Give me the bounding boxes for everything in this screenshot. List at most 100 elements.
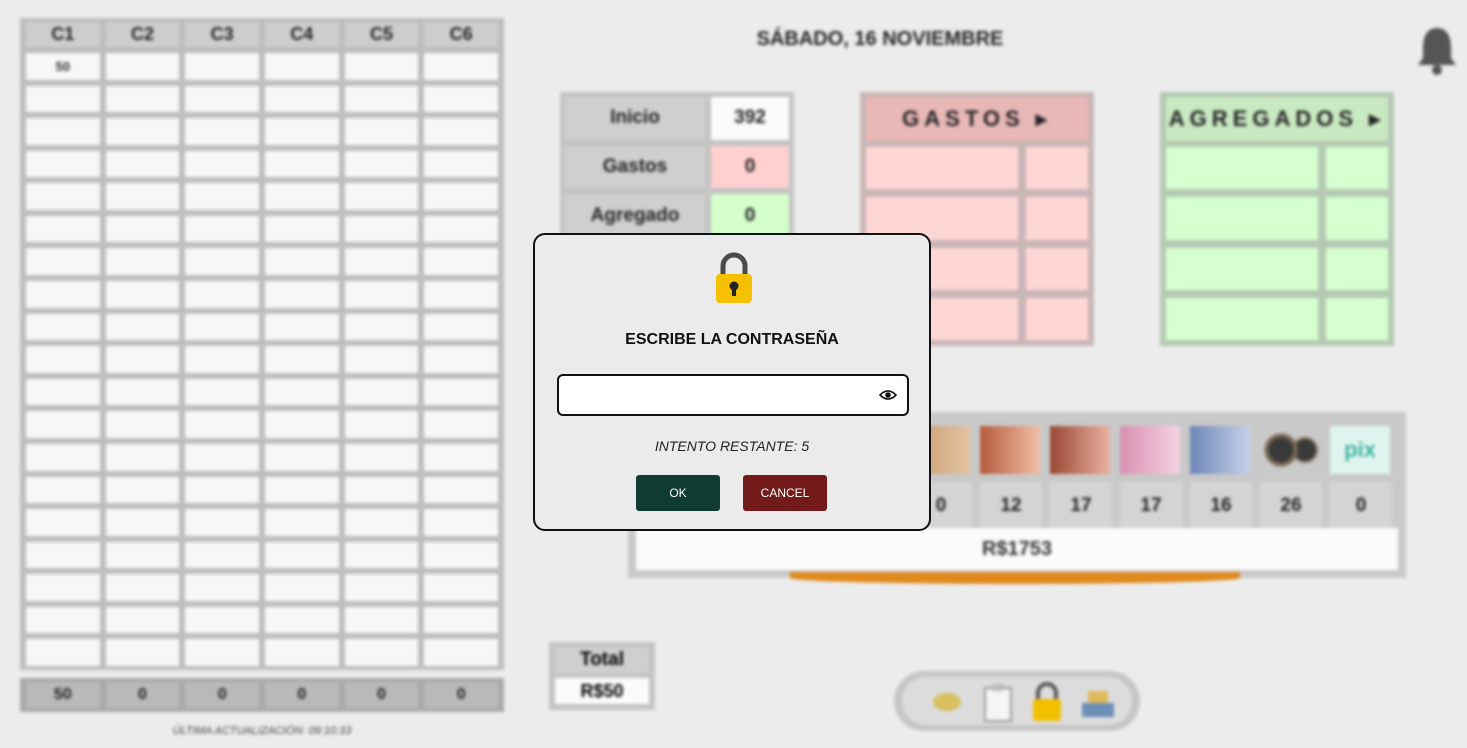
table-cell[interactable] — [105, 118, 180, 145]
table-cell[interactable] — [424, 150, 498, 178]
table-cell[interactable] — [424, 248, 498, 276]
table-cell[interactable] — [26, 281, 100, 308]
panel-cell[interactable] — [1026, 297, 1088, 340]
table-cell[interactable] — [344, 215, 419, 243]
table-cell[interactable] — [344, 248, 419, 276]
table-cell[interactable] — [264, 509, 339, 536]
table-cell[interactable] — [105, 313, 180, 341]
table-cell[interactable] — [26, 215, 100, 243]
table-cell[interactable] — [344, 509, 419, 536]
table-cell[interactable] — [26, 411, 100, 438]
coins-icon[interactable] — [932, 691, 962, 713]
table-cell[interactable] — [185, 574, 259, 601]
table-cell[interactable] — [185, 541, 259, 569]
table-cell[interactable] — [105, 150, 180, 178]
ok-button[interactable]: OK — [636, 475, 720, 511]
table-cell[interactable] — [344, 639, 419, 666]
table-cell[interactable] — [26, 248, 100, 276]
table-cell[interactable] — [105, 378, 180, 406]
table-cell[interactable] — [264, 639, 339, 666]
table-cell[interactable] — [185, 509, 259, 536]
table-cell[interactable] — [185, 118, 259, 145]
table-cell[interactable] — [344, 346, 419, 373]
table-cell[interactable] — [105, 541, 180, 569]
table-cell[interactable] — [424, 215, 498, 243]
table-cell[interactable] — [26, 443, 100, 471]
table-cell[interactable] — [344, 85, 419, 113]
table-cell[interactable] — [424, 281, 498, 308]
table-cell[interactable] — [424, 378, 498, 406]
table-cell[interactable] — [344, 281, 419, 308]
table-cell[interactable] — [264, 378, 339, 406]
table-cell[interactable] — [264, 443, 339, 471]
table-cell[interactable] — [264, 281, 339, 308]
panel-cell[interactable] — [1326, 247, 1388, 290]
table-cell[interactable] — [344, 183, 419, 210]
table-cell[interactable] — [26, 476, 100, 504]
table-cell[interactable] — [264, 215, 339, 243]
table-cell[interactable] — [105, 411, 180, 438]
table-cell[interactable] — [185, 639, 259, 666]
table-cell[interactable] — [264, 183, 339, 210]
cancel-button[interactable]: CANCEL — [743, 475, 827, 511]
table-cell[interactable] — [105, 443, 180, 471]
table-cell[interactable] — [344, 606, 419, 634]
table-cell[interactable] — [264, 118, 339, 145]
table-cell[interactable] — [344, 118, 419, 145]
table-cell[interactable] — [26, 346, 100, 373]
table-cell[interactable] — [424, 346, 498, 373]
table-cell[interactable] — [424, 509, 498, 536]
table-cell[interactable] — [344, 411, 419, 438]
table-cell[interactable] — [105, 639, 180, 666]
table-cell[interactable] — [264, 574, 339, 601]
table-cell[interactable] — [344, 443, 419, 471]
table-cell[interactable] — [105, 476, 180, 504]
table-cell[interactable] — [344, 313, 419, 341]
table-cell[interactable] — [264, 248, 339, 276]
table-cell[interactable] — [105, 183, 180, 210]
table-cell[interactable] — [26, 509, 100, 536]
table-cell[interactable] — [424, 574, 498, 601]
table-cell[interactable] — [105, 509, 180, 536]
table-cell[interactable] — [344, 378, 419, 406]
table-cell[interactable] — [185, 476, 259, 504]
table-cell[interactable] — [264, 541, 339, 569]
table-cell[interactable] — [185, 215, 259, 243]
table-cell[interactable] — [26, 85, 100, 113]
table-cell[interactable] — [424, 606, 498, 634]
table-cell[interactable] — [26, 150, 100, 178]
agregados-panel-title[interactable]: AGREGADOS ▸ — [1166, 97, 1388, 141]
panel-cell[interactable] — [1026, 147, 1088, 190]
clipboard-icon[interactable] — [982, 683, 1014, 723]
table-cell[interactable] — [26, 639, 100, 666]
table-cell[interactable] — [424, 476, 498, 504]
table-cell[interactable] — [26, 118, 100, 145]
panel-cell[interactable] — [1026, 197, 1088, 240]
table-cell[interactable] — [424, 541, 498, 569]
table-cell[interactable] — [105, 53, 180, 80]
panel-cell[interactable] — [1166, 297, 1318, 340]
table-cell[interactable] — [264, 606, 339, 634]
table-cell[interactable] — [105, 215, 180, 243]
table-cell[interactable] — [105, 606, 180, 634]
table-cell[interactable] — [185, 183, 259, 210]
panel-cell[interactable] — [866, 147, 1018, 190]
table-cell[interactable] — [424, 183, 498, 210]
table-cell[interactable] — [26, 574, 100, 601]
table-cell[interactable] — [105, 85, 180, 113]
show-password-eye-icon[interactable] — [879, 388, 897, 402]
table-cell[interactable] — [185, 248, 259, 276]
table-cell[interactable] — [26, 541, 100, 569]
table-cell[interactable] — [344, 150, 419, 178]
table-cell[interactable] — [424, 639, 498, 666]
table-cell[interactable] — [424, 313, 498, 341]
table-cell[interactable] — [264, 53, 339, 80]
bell-icon[interactable] — [1414, 24, 1460, 76]
table-cell[interactable]: 50 — [26, 53, 100, 80]
table-cell[interactable] — [185, 411, 259, 438]
table-cell[interactable] — [344, 574, 419, 601]
panel-cell[interactable] — [1326, 297, 1388, 340]
table-cell[interactable] — [264, 85, 339, 113]
panel-cell[interactable] — [1166, 247, 1318, 290]
table-cell[interactable] — [185, 443, 259, 471]
